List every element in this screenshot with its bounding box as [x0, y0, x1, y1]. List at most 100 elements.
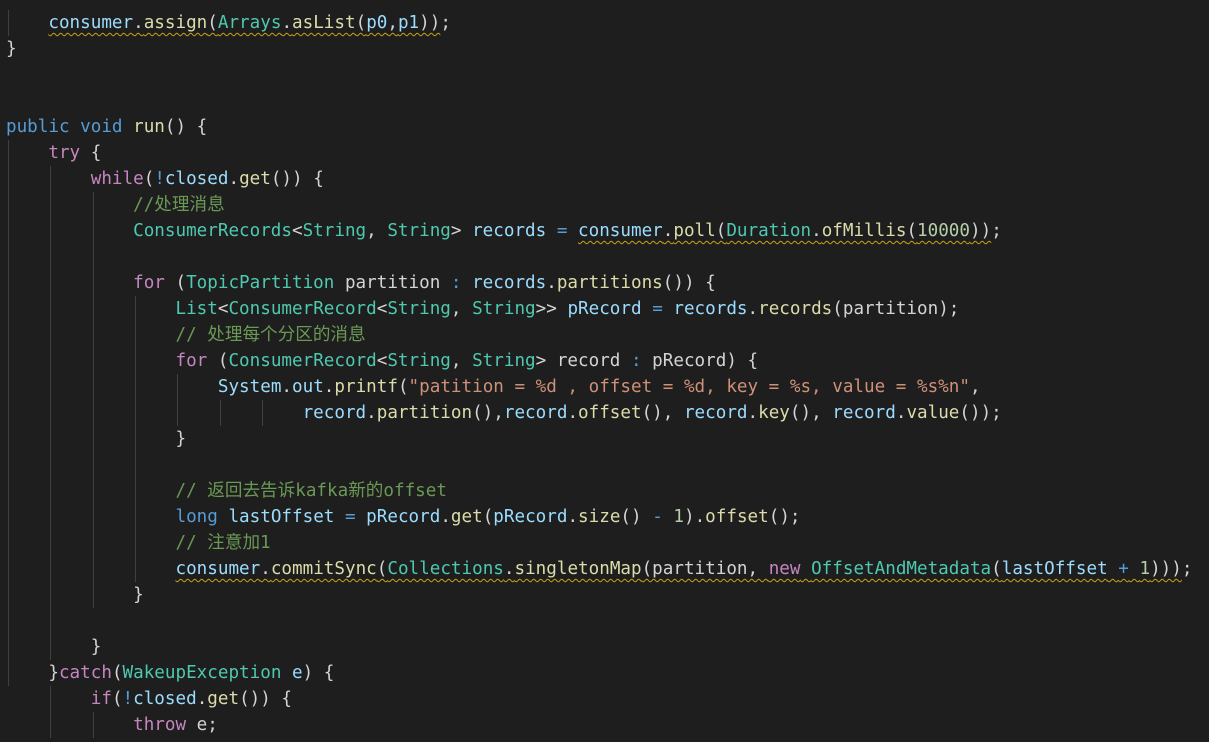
code-line: // 返回去告诉kafka新的offset: [6, 478, 447, 504]
code-token: =: [344, 507, 356, 527]
code-token: String: [472, 351, 536, 371]
code-line: }: [6, 36, 17, 62]
code-token: get: [239, 169, 271, 189]
code-token: (: [207, 351, 229, 371]
code-token: .: [133, 13, 144, 33]
code-token: }: [6, 585, 144, 605]
code-token: =: [652, 299, 663, 319]
code-line: // 注意加1: [6, 530, 271, 556]
code-token: // 返回去告诉kafka新的offset: [175, 481, 447, 501]
code-token: WakeupException: [122, 663, 282, 683]
code-token: record: [832, 403, 896, 423]
code-token: ,: [366, 221, 388, 241]
code-token: ))): [1150, 559, 1182, 579]
code-token: (: [164, 273, 187, 293]
code-token: (: [207, 13, 218, 33]
code-token: .: [895, 403, 907, 423]
code-token: .: [567, 403, 579, 423]
code-token: <: [217, 299, 229, 319]
code-token: (),: [641, 403, 684, 423]
code-token: <: [376, 351, 388, 371]
code-token: OffsetAndMetadata: [811, 559, 992, 579]
code-token: ()) {: [270, 169, 324, 189]
code-token: ()) {: [239, 689, 293, 709]
code-token: .: [366, 403, 377, 423]
code-token: throw: [133, 715, 187, 735]
code-line: }: [6, 426, 186, 452]
code-token: () {: [164, 117, 208, 137]
code-token: ());: [959, 403, 1002, 423]
code-line: }: [6, 634, 102, 660]
code-line: consumer.assign(Arrays.asList(p0,p1));: [6, 10, 451, 36]
code-line: for (TopicPartition partition : records.…: [6, 270, 716, 296]
code-token: // 注意加1: [175, 533, 271, 553]
code-token: record: [683, 403, 748, 423]
code-token: }: [6, 39, 17, 59]
code-token: ConsumerRecords: [133, 221, 292, 241]
code-token: commitSync: [270, 559, 377, 579]
code-token: printf: [334, 377, 398, 397]
code-line: for (ConsumerRecord<String, String> reco…: [6, 348, 758, 374]
code-token: !: [122, 689, 134, 709]
code-line: System.out.printf("patition = %d , offse…: [6, 374, 981, 400]
code-token: ConsumerRecord: [228, 299, 377, 319]
code-token: p1: [397, 13, 420, 33]
code-line: }catch(WakeupException e) {: [6, 660, 334, 686]
code-token: while: [90, 169, 144, 189]
code-token: (),: [472, 403, 504, 423]
code-token: List: [175, 299, 218, 319]
code-token: :: [450, 273, 462, 293]
code-token: (: [482, 507, 494, 527]
code-token: ,: [450, 351, 473, 371]
code-token: 1: [673, 507, 684, 527]
code-token: //处理消息: [133, 195, 225, 215]
code-token: (: [906, 221, 918, 241]
code-token: (: [376, 559, 388, 579]
code-token: .: [196, 689, 208, 709]
code-token: records: [472, 221, 547, 241]
code-token: value: [906, 403, 960, 423]
code-token: for: [133, 273, 165, 293]
code-token: ,: [450, 299, 473, 319]
code-token: >: [450, 221, 473, 241]
code-token: (: [715, 221, 727, 241]
code-token: partitions: [556, 273, 663, 293]
code-editor[interactable]: consumer.assign(Arrays.asList(p0,p1));} p…: [0, 0, 1209, 742]
code-token: public: [6, 117, 70, 137]
code-token: (: [397, 377, 409, 397]
code-token: String: [472, 299, 536, 319]
code-token: -: [652, 507, 663, 527]
code-token: +: [1118, 559, 1129, 579]
code-token: <: [376, 299, 388, 319]
code-token: singletonMap: [514, 559, 642, 579]
code-line: public void run() {: [6, 114, 207, 140]
code-token: e: [292, 663, 303, 683]
code-token: closed: [164, 169, 229, 189]
code-token: (partition);: [832, 299, 960, 319]
code-token: (: [143, 169, 155, 189]
code-token: new: [768, 559, 801, 579]
code-token: get: [207, 689, 240, 709]
code-token: 1: [1139, 559, 1151, 579]
code-token: ;: [440, 13, 451, 33]
code-token: partition: [334, 273, 451, 293]
code-token: long: [175, 507, 218, 527]
code-token: catch: [58, 663, 112, 683]
code-token: Duration: [726, 221, 812, 241]
code-token: String: [387, 221, 451, 241]
